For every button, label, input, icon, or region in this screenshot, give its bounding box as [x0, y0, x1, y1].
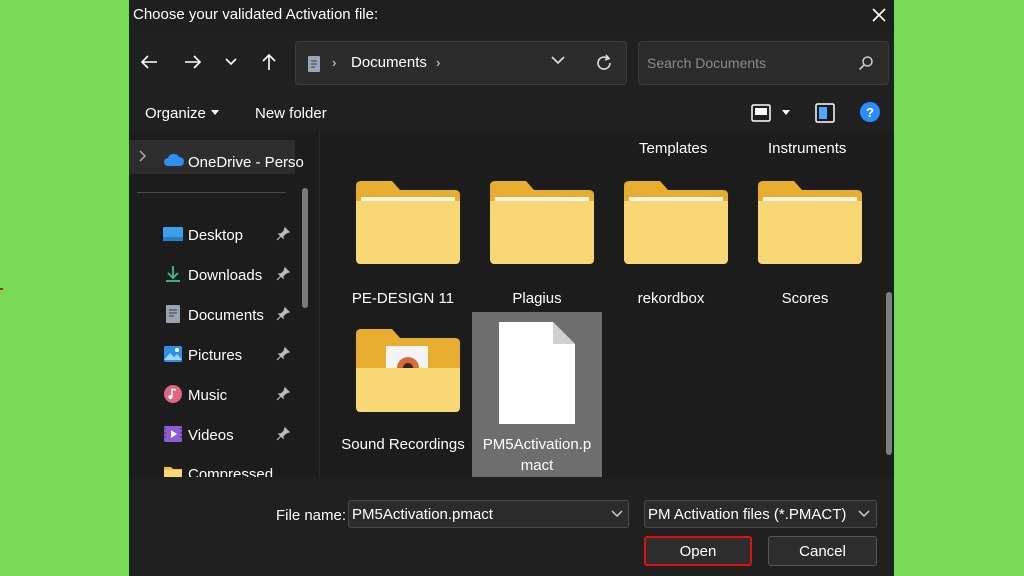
item-label: Sound Recordings	[341, 436, 465, 453]
chevron-down-icon	[225, 58, 237, 66]
item-label: PE-DESIGN 11	[351, 290, 455, 307]
pin-icon[interactable]	[276, 227, 290, 241]
close-icon	[872, 8, 886, 22]
pin-icon[interactable]	[276, 427, 290, 441]
pin-icon[interactable]	[276, 307, 290, 321]
sound-recordings-folder-icon	[356, 329, 460, 412]
sidebar-item-videos[interactable]: Videos	[163, 420, 303, 448]
folder-icon	[356, 181, 460, 264]
videos-icon	[164, 426, 182, 442]
item-label: Plagius	[512, 290, 562, 307]
view-options-icon[interactable]	[751, 104, 771, 122]
folder-item[interactable]: rekordbox	[606, 180, 736, 310]
sidebar-item-downloads[interactable]: Downloads	[163, 260, 303, 288]
up-arrow-icon	[262, 53, 276, 70]
search-input[interactable]	[647, 52, 847, 74]
open-button[interactable]: Open	[644, 536, 752, 566]
dialog-footer: File name: PM5Activation.pmact PM Activa…	[129, 477, 894, 576]
chevron-down-icon[interactable]	[551, 56, 565, 65]
file-list: Templates Instruments PE-DESIGN 11 Plagi…	[319, 132, 894, 477]
item-label: Scores	[781, 290, 829, 307]
sidebar-item-label: Documents	[188, 307, 264, 324]
selected-file-item[interactable]: PM5Activation.pmact	[472, 312, 602, 477]
folder-item[interactable]: Sound Recordings	[338, 328, 468, 476]
sidebar-item-label: Music	[188, 387, 228, 404]
organize-menu[interactable]: Organize	[145, 105, 206, 122]
sidebar-item-desktop[interactable]: Desktop	[163, 220, 303, 248]
folder-item[interactable]: Scores	[740, 180, 870, 310]
sidebar-divider	[137, 192, 286, 193]
breadcrumb-documents[interactable]: Documents	[351, 54, 427, 71]
caret-down-icon[interactable]	[211, 110, 219, 115]
music-icon	[164, 385, 182, 403]
sidebar-item-pictures[interactable]: Pictures	[163, 340, 303, 368]
file-type-value[interactable]: PM Activation files (*.PMACT)	[648, 506, 846, 523]
address-bar[interactable]: › Documents ›	[295, 41, 627, 85]
sidebar-item-documents[interactable]: Documents	[163, 300, 303, 328]
chevron-right-icon[interactable]	[139, 150, 147, 162]
breadcrumb-separator: ›	[332, 55, 337, 70]
download-icon	[166, 266, 180, 282]
preview-pane-icon[interactable]	[815, 103, 835, 123]
pin-icon[interactable]	[276, 267, 290, 281]
refresh-icon[interactable]	[594, 53, 614, 73]
item-label: PM5Activation.pmact	[482, 436, 592, 474]
cancel-button[interactable]: Cancel	[768, 536, 877, 566]
new-folder-button[interactable]: New folder	[255, 105, 327, 122]
folder-icon	[758, 181, 862, 264]
caret-down-icon[interactable]	[782, 110, 790, 115]
sidebar-item-label: Videos	[188, 427, 234, 444]
documents-icon	[308, 56, 320, 72]
folder-icon	[490, 181, 594, 264]
onedrive-cloud-icon	[164, 153, 185, 166]
forward-button[interactable]	[179, 48, 207, 76]
file-icon	[499, 322, 575, 424]
address-row: › Documents ›	[129, 30, 894, 94]
content-scrollbar-thumb[interactable]	[886, 292, 892, 455]
search-icon[interactable]	[858, 55, 874, 71]
sidebar-item-compressed[interactable]: Compressed	[163, 459, 303, 477]
folder-item[interactable]: PE-DESIGN 11	[338, 180, 468, 310]
sidebar-item-label: Downloads	[188, 267, 263, 284]
navigation-pane: OneDrive - Perso Desktop Downloads Docum…	[129, 132, 312, 477]
folder-icon	[164, 467, 182, 477]
item-label-templates[interactable]: Templates	[639, 140, 707, 157]
forward-arrow-icon	[185, 55, 202, 69]
sidebar-item-label: Desktop	[188, 227, 244, 244]
dialog-title: Choose your validated Activation file:	[133, 6, 379, 23]
chevron-down-icon[interactable]	[858, 510, 870, 518]
pictures-icon	[164, 346, 182, 362]
folder-icon	[624, 181, 728, 264]
folder-item[interactable]: Plagius	[472, 180, 602, 310]
sidebar-item-label: Pictures	[188, 347, 243, 364]
sidebar-scrollbar-thumb[interactable]	[302, 188, 308, 308]
file-name-label: File name:	[276, 507, 347, 524]
sidebar-item-label: Compressed	[188, 466, 274, 477]
file-type-select[interactable]: PM Activation files (*.PMACT)	[644, 500, 877, 528]
title-bar: Choose your validated Activation file:	[129, 0, 894, 30]
file-name-input[interactable]: PM5Activation.pmact	[348, 500, 629, 528]
search-box[interactable]	[638, 41, 889, 85]
file-open-dialog: Choose your validated Activation file: ›…	[129, 0, 894, 576]
sidebar-item-onedrive[interactable]: OneDrive - Perso	[129, 140, 304, 174]
sidebar-item-music[interactable]: Music	[163, 380, 303, 408]
back-button[interactable]	[135, 48, 163, 76]
help-button[interactable]: ?	[860, 102, 880, 122]
chevron-down-icon[interactable]	[611, 510, 623, 518]
close-button[interactable]	[864, 0, 894, 30]
back-arrow-icon	[140, 55, 157, 69]
pin-icon[interactable]	[276, 347, 290, 361]
command-bar: Organize New folder ?	[129, 94, 894, 132]
pin-icon[interactable]	[276, 387, 290, 401]
edge-mark	[0, 288, 3, 290]
up-button[interactable]	[255, 48, 283, 76]
item-label: rekordbox	[637, 290, 705, 307]
desktop-icon	[163, 227, 183, 241]
item-label-instruments[interactable]: Instruments	[768, 140, 846, 157]
recent-locations-button[interactable]	[217, 48, 245, 76]
documents-icon	[166, 305, 180, 323]
file-name-value[interactable]: PM5Activation.pmact	[352, 506, 493, 523]
sidebar-item-label: OneDrive - Perso	[188, 154, 304, 171]
breadcrumb-separator-end[interactable]: ›	[436, 55, 440, 70]
